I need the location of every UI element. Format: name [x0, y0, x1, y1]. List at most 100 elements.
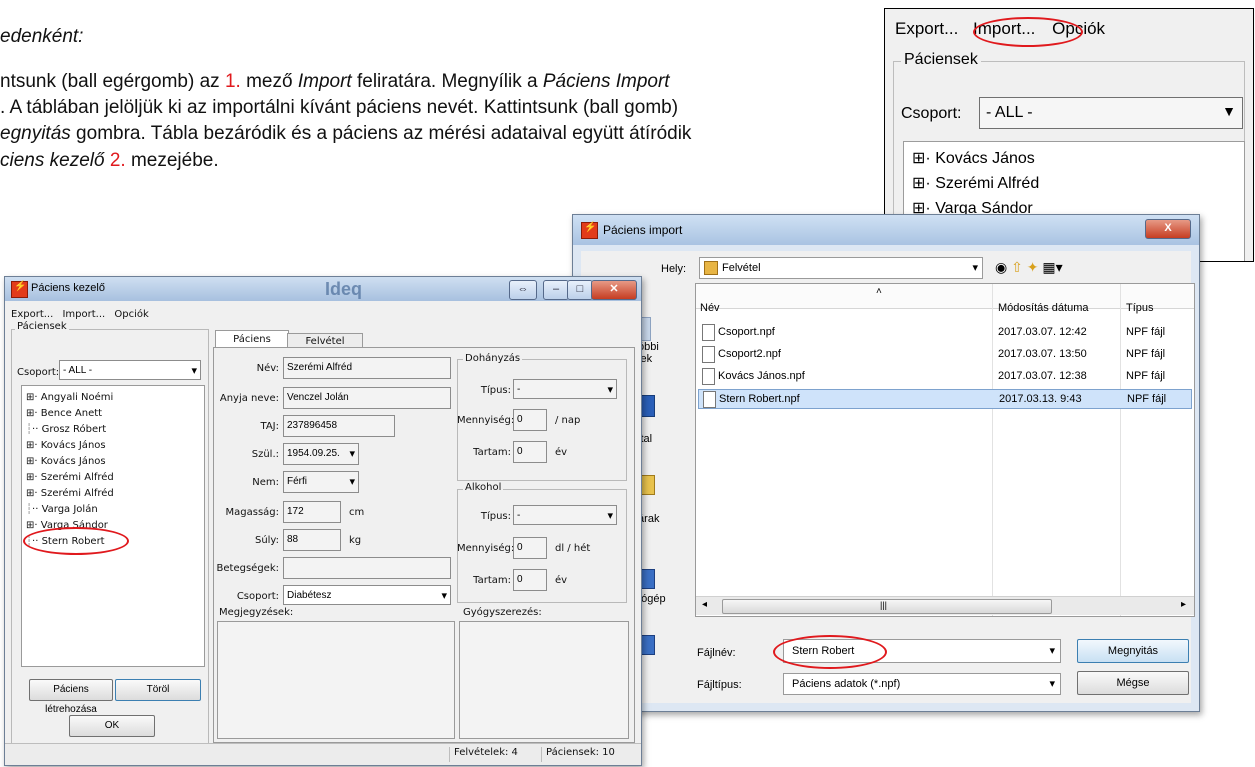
sort-arrow-icon: ˄ [876, 286, 882, 297]
column-header-type[interactable]: Típus [1126, 302, 1154, 314]
file-name: Stern Robert.npf [719, 393, 800, 405]
location-value: Felvétel [722, 262, 761, 274]
background-title-text: Ideq [325, 279, 363, 299]
filename-label: Fájlnév: [697, 647, 736, 659]
expand-icon: ⊞ [26, 392, 35, 403]
expand-icon: ⊞ [26, 520, 35, 531]
maximize-button[interactable]: □ [567, 280, 593, 300]
alkohol-tartam-field[interactable]: 0 [513, 569, 547, 591]
filetype-combo[interactable]: Páciens adatok (*.npf) ▾ [783, 673, 1061, 695]
open-button[interactable]: Megnyitás [1077, 639, 1189, 663]
csoport-form-combo[interactable]: Diabétesz [283, 585, 451, 605]
betegsegek-field[interactable] [283, 557, 451, 579]
file-row[interactable]: Kovács János.npf 2017.03.07. 12:38 NPF f… [696, 368, 1194, 386]
taj-label: TAJ: [260, 421, 280, 432]
megjegyzesek-textarea[interactable] [217, 621, 455, 739]
dohanyzas-tipus-combo[interactable]: - [513, 379, 617, 399]
anyja-neve-field[interactable]: Venczel Jolán [283, 387, 451, 409]
zoom-csoport-label: Csoport: [901, 105, 962, 122]
menu-export[interactable]: Export... [11, 309, 53, 320]
file-date: 2017.03.07. 12:42 [998, 326, 1087, 338]
app-icon [11, 281, 28, 298]
tree-item[interactable]: ⊞· Kovács János [26, 440, 106, 451]
taj-field[interactable]: 237896458 [283, 415, 395, 437]
folder-icon [704, 261, 718, 275]
zoom-tree-item[interactable]: ⊞· Szerémi Alfréd [912, 173, 1039, 193]
file-icon [702, 324, 715, 341]
patient-window: Páciens kezelő Ideq ⇔ – □ ✕ Export... Im… [4, 276, 642, 766]
alkohol-mennyiseg-field[interactable]: 0 [513, 537, 547, 559]
nev-label: Név: [256, 363, 279, 374]
restore-arrows-icon[interactable]: ⇔ [509, 280, 537, 300]
menu-import[interactable]: Import... [62, 309, 105, 320]
close-button[interactable]: ✕ [591, 280, 637, 300]
zoom-tree-item[interactable]: ⊞· Kovács János [912, 148, 1035, 168]
zoom-menu-export[interactable]: Export... [895, 19, 958, 38]
tree-item[interactable]: ⊞· Szerémi Alfréd [26, 488, 114, 499]
dohanyzas-tipus-label: Típus: [480, 385, 511, 396]
file-row[interactable]: Csoport2.npf 2017.03.07. 13:50 NPF fájl [696, 346, 1194, 364]
grip-icon: ||| [880, 600, 888, 610]
gyogyszerezes-label: Gyógyszerezés: [463, 607, 542, 618]
alkohol-mennyiseg-unit: dl / hét [555, 543, 591, 554]
patients-group-label: Páciensek [15, 321, 69, 332]
tree-item[interactable]: ⊞· Szerémi Alfréd [26, 472, 114, 483]
file-list[interactable]: Név ˄ Módosítás dátuma Típus Csoport.npf… [695, 283, 1195, 617]
highlight-oval-stern-robert [23, 527, 129, 555]
instruction-line-2: . A táblában jelöljük ki az importálni k… [0, 97, 679, 118]
nav-toolbar: ◉ ⇧ ✦ ▦▾ [995, 259, 1063, 276]
tree-item[interactable]: ⊞· Angyali Noémi [26, 392, 113, 403]
file-row-selected[interactable]: Stern Robert.npf 2017.03.13. 9:43 NPF fá… [698, 389, 1192, 409]
tree-item[interactable]: ┆·· Varga Jolán [26, 504, 98, 515]
dohanyzas-mennyiseg-unit: / nap [555, 415, 581, 426]
file-row[interactable]: Csoport.npf 2017.03.07. 12:42 NPF fájl [696, 324, 1194, 342]
tree-item[interactable]: ⊞· Bence Anett [26, 408, 102, 419]
close-button[interactable]: X [1145, 219, 1191, 239]
scroll-left-icon[interactable]: ◂ [702, 599, 707, 610]
szul-combo[interactable]: 1954.09.25. [283, 443, 359, 465]
nev-field[interactable]: Szerémi Alfréd [283, 357, 451, 379]
view-menu-icon[interactable]: ▦▾ [1042, 259, 1062, 275]
chevron-down-icon: ▼ [1222, 103, 1236, 119]
alkohol-tipus-label: Típus: [480, 511, 511, 522]
patient-tree[interactable]: ⊞· Angyali Noémi ⊞· Bence Anett ┆·· Gros… [21, 385, 205, 667]
file-type: NPF fájl [1126, 348, 1166, 360]
alkohol-tipus-combo[interactable]: - [513, 505, 617, 525]
alkohol-tartam-label: Tartam: [473, 575, 511, 586]
cancel-button[interactable]: Mégse [1077, 671, 1189, 695]
tree-item[interactable]: ┆·· Grosz Róbert [26, 424, 106, 435]
nem-label: Nem: [252, 477, 279, 488]
patient-menu: Export... Import... Opciók [11, 309, 149, 320]
app-icon [581, 222, 598, 239]
csoport-label: Csoport: [17, 367, 60, 378]
patient-title: Páciens kezelő [31, 282, 105, 294]
scroll-right-icon[interactable]: ▸ [1181, 599, 1186, 610]
nem-combo[interactable]: Férfi [283, 471, 359, 493]
horizontal-scrollbar[interactable]: ◂ ||| ▸ [696, 596, 1194, 615]
suly-field[interactable]: 88 [283, 529, 341, 551]
file-name: Csoport.npf [718, 326, 775, 338]
dohanyzas-mennyiseg-field[interactable]: 0 [513, 409, 547, 431]
column-header-date[interactable]: Módosítás dátuma [998, 302, 1089, 314]
magassag-unit: cm [349, 507, 365, 518]
new-folder-icon[interactable]: ✦ [1027, 259, 1039, 275]
dohanyzas-mennyiseg-label: Mennyiség: [457, 415, 515, 426]
expand-icon: ⊞ [912, 175, 926, 192]
dohanyzas-tartam-field[interactable]: 0 [513, 441, 547, 463]
minimize-button[interactable]: – [543, 280, 569, 300]
tree-item[interactable]: ⊞· Kovács János [26, 456, 106, 467]
create-patient-button[interactable]: Páciens létrehozása [29, 679, 113, 715]
gyogyszerezes-textarea[interactable] [459, 621, 629, 739]
back-icon[interactable]: ◉ [995, 259, 1007, 275]
chevron-down-icon: ▾ [1049, 645, 1055, 657]
location-combo[interactable]: Felvétel ▾ [699, 257, 983, 279]
menu-opciok[interactable]: Opciók [114, 309, 148, 320]
csoport-form-label: Csoport: [236, 591, 279, 602]
magassag-field[interactable]: 172 [283, 501, 341, 523]
zoom-csoport-combo[interactable]: - ALL - ▼ [979, 97, 1243, 129]
ok-button[interactable]: OK [69, 715, 155, 737]
up-folder-icon[interactable]: ⇧ [1011, 259, 1023, 275]
csoport-combo[interactable]: - ALL - [59, 360, 201, 380]
column-header-name[interactable]: Név [700, 302, 720, 314]
delete-button[interactable]: Töröl [115, 679, 201, 701]
